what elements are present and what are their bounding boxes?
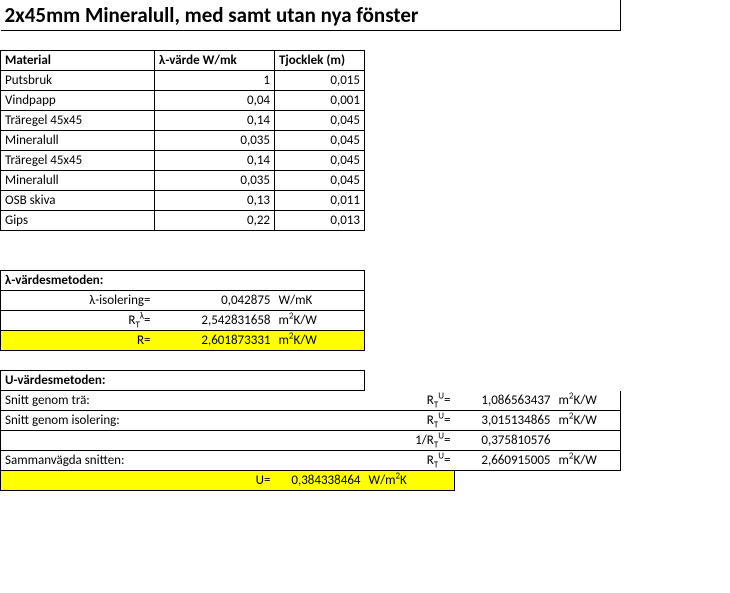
r-unit: m2K/W [275,331,365,351]
u-iso-unit: m2K/W [555,411,621,431]
material-thickness: 0,045 [275,171,365,191]
rt-lambda-label: RTλ= [1,311,155,331]
rtu-label: RTU= [365,391,455,411]
material-lambda: 0,035 [155,131,275,151]
u-comb-value: 2,660915005 [455,451,555,471]
u-comb-unit: m2K/W [555,451,621,471]
u-method-header: U-värdesmetoden: [1,371,155,391]
u-wood-label: Snitt genom trä: [1,391,155,411]
u-wood-unit: m2K/W [555,391,621,411]
u-comb-label: Sammanvägda snitten: [1,451,155,471]
material-thickness: 0,013 [275,211,365,231]
material-lambda: 0,04 [155,91,275,111]
u-wood-value: 1,086563437 [455,391,555,411]
u-unit: W/m2K [365,471,455,491]
header-material: Material [1,51,155,71]
material-lambda: 0,14 [155,151,275,171]
material-thickness: 0,011 [275,191,365,211]
material-thickness: 0,001 [275,91,365,111]
material-name: Träregel 45x45 [1,111,155,131]
u-iso-label: Snitt genom isolering: [1,411,155,431]
spreadsheet-table: 2x45mm Mineralull, med samt utan nya fön… [0,0,711,491]
u-value: 0,384338464 [275,471,365,491]
rtu-label: RTU= [365,411,455,431]
rt-lambda-value: 2,542831658 [155,311,275,331]
material-lambda: 0,13 [155,191,275,211]
material-name: Vindpapp [1,91,155,111]
inv-rtu-value: 0,375810576 [455,431,555,451]
material-name: OSB skiva [1,191,155,211]
header-thickness: Tjocklek (m) [275,51,365,71]
page-title: 2x45mm Mineralull, med samt utan nya fön… [1,0,555,31]
rt-lambda-unit: m2K/W [275,311,365,331]
lambda-iso-unit: W/mK [275,291,365,311]
lambda-iso-label: λ-isolering= [1,291,155,311]
material-thickness: 0,045 [275,151,365,171]
r-value: 2,601873331 [155,331,275,351]
material-lambda: 0,22 [155,211,275,231]
material-thickness: 0,015 [275,71,365,91]
material-thickness: 0,045 [275,111,365,131]
material-name: Putsbruk [1,71,155,91]
material-thickness: 0,045 [275,131,365,151]
material-name: Träregel 45x45 [1,151,155,171]
lambda-method-header: λ-värdesmetoden: [1,271,155,291]
rtu-label: RTU= [365,451,455,471]
material-lambda: 0,035 [155,171,275,191]
material-name: Gips [1,211,155,231]
lambda-iso-value: 0,042875 [155,291,275,311]
u-label: U= [155,471,275,491]
material-name: Mineralull [1,131,155,151]
material-lambda: 0,14 [155,111,275,131]
header-lambda: λ-värde W/mk [155,51,275,71]
material-lambda: 1 [155,71,275,91]
inv-rtu-label: 1/RTU= [365,431,455,451]
u-iso-value: 3,015134865 [455,411,555,431]
r-label: R= [1,331,155,351]
material-name: Mineralull [1,171,155,191]
